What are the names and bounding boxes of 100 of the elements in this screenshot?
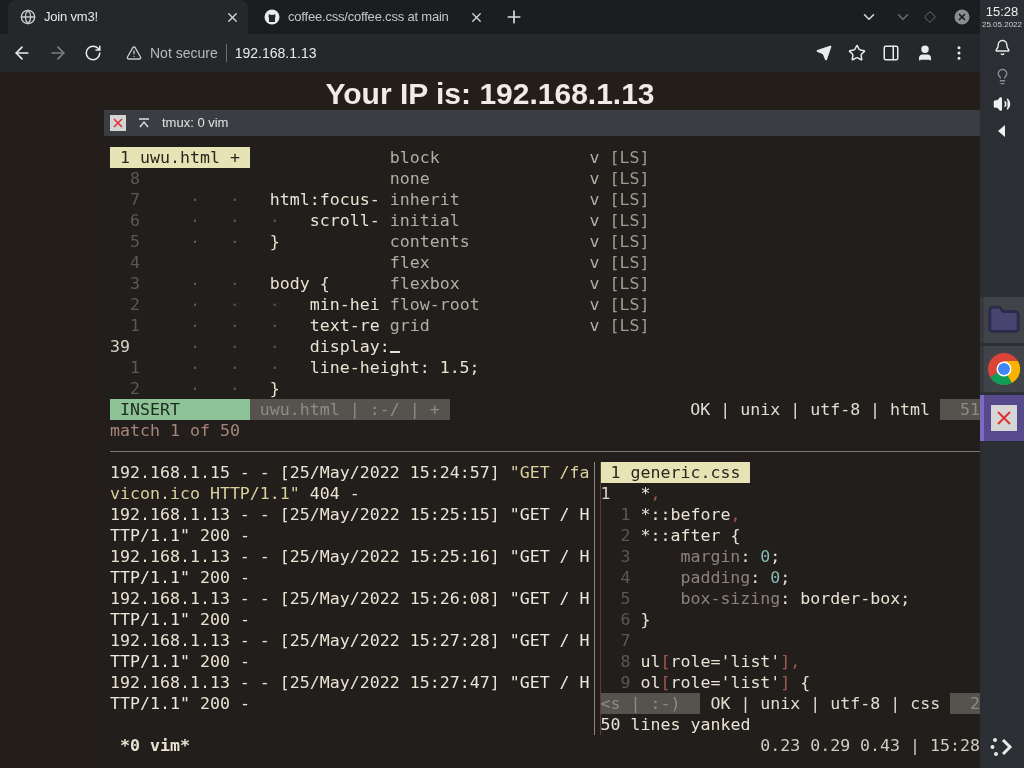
buffer-tab[interactable]: 1 uwu.html + [110, 147, 250, 168]
code-text: } [269, 231, 280, 252]
completion-item[interactable]: none [389, 168, 590, 189]
command-message: match 1 of 50 [110, 420, 240, 441]
completion-source: [LS] [609, 294, 650, 315]
bell-icon[interactable] [993, 39, 1011, 56]
line-number: 6 [128, 210, 140, 231]
line-number: 1 [128, 315, 140, 336]
line-number: 7 [128, 189, 140, 210]
address-bar[interactable]: Not secure 192.168.1.13 [126, 42, 800, 64]
line-number: 8 [619, 651, 631, 672]
line-number: 8 [128, 168, 140, 189]
indent-guide: · [229, 295, 240, 314]
side-panel-icon[interactable] [882, 44, 900, 62]
indent-guide: · [189, 232, 200, 251]
line-number: 39 [110, 336, 131, 357]
code-text: display: [309, 336, 390, 357]
indent-guide: · [189, 274, 200, 293]
close-window-icon[interactable] [110, 115, 126, 131]
tmux-status-info: 0.23 0.29 0.43 | 15:28 [760, 735, 980, 756]
taskbar-item[interactable] [980, 395, 1024, 441]
close-icon[interactable] [952, 7, 972, 27]
clock-time: 15:28 [985, 4, 1019, 20]
code-text: scroll- [309, 210, 380, 231]
completion-item[interactable]: flow-root [389, 294, 590, 315]
code-text: box-sizing: border-box; [679, 588, 911, 609]
completion-item[interactable]: block [389, 147, 590, 168]
code-text: } [640, 609, 651, 630]
line-number: 5 [128, 231, 140, 252]
code-text: text-re [309, 315, 380, 336]
indent-guide: · [189, 316, 200, 335]
line-number: 2 [619, 525, 631, 546]
security-label: Not secure [150, 43, 218, 63]
completion-source: [LS] [609, 189, 650, 210]
file-status: <s | :-) [600, 693, 701, 714]
log-entry: 192.168.1.13 - - [25/May/2022 15:25:15] "GET / HTTP/1.1" 200 - [110, 504, 591, 546]
indent-guide: · [189, 295, 200, 314]
left-triangle-icon[interactable] [998, 125, 1006, 137]
taskbar-item[interactable] [980, 346, 1024, 392]
completion-kind: v [589, 252, 601, 273]
reload-icon[interactable] [84, 44, 102, 62]
code-text: ol[role='list'] { [640, 672, 811, 693]
completion-kind: v [589, 294, 601, 315]
collapse-icon[interactable] [138, 118, 150, 128]
speaker-icon[interactable] [993, 95, 1011, 113]
completion-item[interactable]: contents [389, 231, 590, 252]
completion-kind: v [589, 210, 601, 231]
cursor-position: 51 [940, 399, 980, 420]
completion-kind: v [589, 315, 601, 336]
indent-guide: · [189, 190, 200, 209]
file-info: OK | unix | utf-8 | css [709, 693, 941, 714]
page-heading: Your IP is: 192.168.1.13 [325, 78, 655, 110]
indent-guide: · [229, 274, 240, 293]
line-number: 7 [619, 630, 631, 651]
launcher-icon[interactable] [990, 736, 1014, 758]
line-number: 9 [619, 672, 631, 693]
indent-guide: · [189, 211, 200, 230]
completion-source: [LS] [609, 210, 650, 231]
send-icon[interactable] [816, 45, 832, 61]
completion-source: [LS] [609, 231, 650, 252]
log-entry: 192.168.1.13 - - [25/May/2022 15:25:16] "GET / HTTP/1.1" 200 - [110, 546, 591, 588]
browser-tab[interactable]: Join vm3! [8, 0, 248, 34]
completion-item[interactable]: initial [389, 210, 590, 231]
completion-source: [LS] [609, 315, 650, 336]
completion-item[interactable]: flexbox [389, 273, 590, 294]
indent-guide: · [229, 211, 240, 230]
code-text: *, [640, 483, 661, 504]
mode-indicator: INSERT [110, 399, 250, 420]
code-text: padding: 0; [679, 567, 791, 588]
code-text: ul[role='list'], [640, 651, 801, 672]
code-text: } [269, 378, 280, 399]
code-text: min-hei [309, 294, 380, 315]
indent-guide: · [229, 316, 240, 335]
profile-icon[interactable] [916, 44, 934, 62]
line-number: 2 [128, 294, 140, 315]
code-text: *::before, [640, 504, 741, 525]
indent-guide: · [229, 232, 240, 251]
indent-guide: · [269, 337, 280, 356]
completion-item[interactable]: grid [389, 315, 590, 336]
close-window-icon [991, 405, 1017, 431]
completion-kind: v [589, 147, 601, 168]
completion-item[interactable]: inherit [389, 189, 590, 210]
indent-guide: · [269, 358, 280, 377]
log-entry: 192.168.1.13 - - [25/May/2022 15:27:28] "GET / HTTP/1.1" 200 - [110, 630, 591, 672]
completion-kind: v [589, 273, 601, 294]
completion-kind: v [589, 168, 601, 189]
indent-guide: · [229, 379, 240, 398]
completion-item[interactable]: flex [389, 252, 590, 273]
indent-guide: · [269, 295, 280, 314]
completion-kind: v [589, 189, 601, 210]
url-text: 192.168.1.13 [234, 43, 317, 63]
tmux-window-label[interactable]: *0 vim* [120, 735, 190, 756]
line-number: 1 [619, 504, 631, 525]
line-number: 4 [619, 567, 631, 588]
buffer-tab[interactable]: 1 generic.css [600, 462, 751, 483]
indent-guide: · [269, 211, 280, 230]
cursor-position: 2 [950, 693, 980, 714]
log-entry: 192.168.1.13 - - [25/May/2022 15:27:47] "GET / HTTP/1.1" 200 - [110, 672, 591, 714]
star-icon[interactable] [848, 44, 866, 62]
line-number: 1 [600, 483, 612, 504]
